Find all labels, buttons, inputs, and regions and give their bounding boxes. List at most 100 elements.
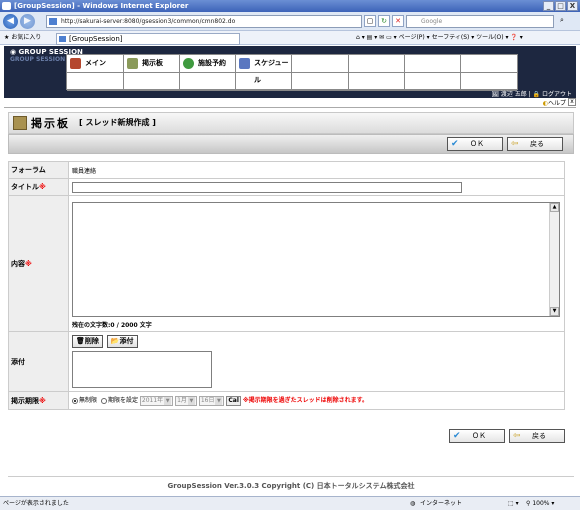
- main-menu: メイン 掲示板 施設予約 スケジュール: [66, 54, 518, 91]
- ok-label: ＯＫ: [472, 432, 486, 440]
- favorites-star-icon[interactable]: ★: [0, 34, 9, 41]
- bulletin-icon: [127, 58, 138, 69]
- protected-mode-icon[interactable]: ⬚ ▾: [508, 497, 519, 510]
- top-button-bar: ✔ ＯＫ ⇦ 戻る: [8, 134, 574, 154]
- menu-bulletin-label: 掲示板: [142, 59, 163, 67]
- attachment-list[interactable]: [72, 351, 212, 388]
- row-title: タイトル※: [8, 178, 565, 196]
- help-close-icon[interactable]: x: [568, 98, 576, 106]
- year-select[interactable]: 2011年 ▼: [139, 395, 174, 406]
- user-logout-links[interactable]: 🖼 渡辺 五郎 | 🔒 ログアウト: [491, 89, 572, 98]
- url-field[interactable]: http://sakurai-server:8080/gsession3/com…: [46, 15, 362, 28]
- row-deadline: 掲示期限※ 無制限 期限を設定 2011年 ▼ 1月 ▼ 16日 ▼ Cal ※掲示期…: [8, 391, 565, 410]
- attach-delete-label: 削除: [84, 337, 99, 345]
- home-icon[interactable]: ⌂ ▾: [356, 34, 367, 41]
- browser-tab[interactable]: [GroupSession]: [56, 33, 240, 45]
- title-cell: [68, 178, 565, 196]
- back-arrow-icon[interactable]: ◀: [3, 14, 18, 29]
- help-link[interactable]: ◐ヘルプ: [543, 98, 566, 107]
- ok-button-top[interactable]: ✔ ＯＫ: [447, 137, 503, 151]
- calendar-button[interactable]: Cal: [226, 395, 241, 406]
- day-select[interactable]: 16日 ▼: [198, 395, 225, 406]
- menu-main-label: メイン: [85, 59, 106, 67]
- menu-main[interactable]: メイン: [67, 55, 124, 73]
- page-subtitle: [ スレッド新規作成 ]: [79, 118, 156, 127]
- opt-set-label[interactable]: 期限を設定: [108, 397, 138, 404]
- char-count: 残在の文字数:0: [72, 321, 115, 329]
- search-icon[interactable]: ⌕: [556, 15, 568, 27]
- row-body: 内容※ ▲ ▼ 残在の文字数:0 / 2000 文字: [8, 195, 565, 332]
- bottom-button-bar: ✔ ＯＫ ⇦ 戻る: [8, 426, 574, 446]
- required-mark: ※: [39, 183, 46, 191]
- page-favicon: [49, 18, 57, 25]
- menu-empty-slot: [405, 73, 461, 91]
- attach-add-button[interactable]: 📂添付: [106, 335, 138, 348]
- radio-unlimited[interactable]: [72, 397, 78, 404]
- back-arrow-icon: ⇦: [513, 431, 521, 441]
- menu-bulletin[interactable]: 掲示板: [124, 55, 180, 73]
- year-value: 2011年: [141, 396, 164, 404]
- minimize-button[interactable]: _: [543, 1, 554, 11]
- maximize-button[interactable]: □: [555, 1, 566, 11]
- ok-button-bottom[interactable]: ✔ ＯＫ: [449, 429, 505, 443]
- zoom-control[interactable]: ⚲ 100% ▾: [526, 497, 554, 510]
- feeds-icon[interactable]: ▤ ▾: [367, 34, 380, 41]
- body-textarea[interactable]: ▲ ▼: [72, 201, 560, 317]
- opt-unlimited-label[interactable]: 無制限: [79, 397, 97, 404]
- menu-facility[interactable]: 施設予約: [180, 55, 236, 73]
- thread-form: フォーラム 職員連絡 タイトル※ 内容※ ▲ ▼ 残在の文字数:0 / 2000…: [8, 161, 565, 410]
- page-footer: GroupSession Ver.3.0.3 Copyright (C) 日本ト…: [8, 476, 574, 494]
- close-button[interactable]: X: [567, 1, 578, 11]
- deadline-warning: ※掲示期限を過ぎたスレッドは削除されます。: [242, 397, 369, 405]
- body-scrollbar[interactable]: ▲ ▼: [549, 202, 559, 316]
- url-text: http://sakurai-server:8080/gsession3/com…: [61, 18, 236, 25]
- address-bar: ◀ ▶ http://sakurai-server:8080/gsession3…: [0, 12, 580, 31]
- app-header: ◉ GROUP SESSION GROUP SESSION メイン 掲示板 施設…: [4, 46, 576, 98]
- search-input[interactable]: Google: [406, 15, 554, 28]
- stop-icon[interactable]: ✕: [392, 15, 404, 27]
- menu-schedule[interactable]: スケジュール: [236, 55, 292, 84]
- menu-empty-slot: [236, 73, 292, 91]
- body-label-cell: 内容※: [8, 195, 69, 332]
- help-bar: [4, 98, 576, 108]
- scroll-down-icon[interactable]: ▼: [550, 306, 559, 316]
- menu-empty-slot: [292, 55, 349, 73]
- refresh-icon[interactable]: ↻: [378, 15, 390, 27]
- check-icon: ✔: [451, 139, 459, 149]
- attach-cell: 🗑削除 📂添付: [68, 331, 565, 392]
- month-select[interactable]: 1月 ▼: [175, 395, 197, 406]
- page-title-bar: 掲示板 [ スレッド新規作成 ]: [8, 112, 574, 134]
- radio-set-deadline[interactable]: [100, 397, 107, 404]
- ie-command-bar[interactable]: ⌂ ▾ ▤ ▾ ✉ ▭ ▾ ページ(P) ▾ セーフティ(S) ▾ ツール(O)…: [356, 31, 523, 45]
- deadline-label: 掲示期限: [11, 396, 39, 405]
- attach-delete-button[interactable]: 🗑削除: [72, 335, 103, 348]
- back-button-bottom[interactable]: ⇦ 戻る: [509, 429, 565, 443]
- deadline-cell: 無制限 期限を設定 2011年 ▼ 1月 ▼ 16日 ▼ Cal ※掲示期限を過ぎたス…: [68, 391, 565, 410]
- back-label: 戻る: [530, 140, 544, 148]
- facility-icon: [183, 58, 194, 69]
- print-icon[interactable]: ▭ ▾: [386, 34, 399, 41]
- deadline-label-cell: 掲示期限※: [8, 391, 69, 410]
- title-input[interactable]: [72, 181, 462, 193]
- globe-icon: ◍: [410, 500, 416, 507]
- menu-empty-slot: [124, 73, 180, 91]
- window-title: [GroupSession] - Windows Internet Explor…: [14, 2, 189, 10]
- ok-label: ＯＫ: [470, 140, 484, 148]
- back-button-top[interactable]: ⇦ 戻る: [507, 137, 563, 151]
- folder-icon: 📂: [110, 337, 120, 345]
- home-icon: [70, 58, 81, 69]
- compat-view-icon[interactable]: ▢: [364, 15, 376, 27]
- tab-title: [GroupSession]: [69, 35, 123, 43]
- favorites-button[interactable]: お気に入り: [11, 34, 41, 41]
- back-arrow-icon: ⇦: [511, 139, 519, 149]
- required-mark: ※: [25, 259, 32, 268]
- char-max: / 2000 文字: [116, 321, 152, 329]
- scroll-up-icon[interactable]: ▲: [550, 202, 559, 212]
- schedule-icon: [239, 58, 250, 69]
- menu-empty-slot: [349, 73, 405, 91]
- row-forum: フォーラム 職員連絡: [8, 161, 565, 179]
- forward-arrow-icon[interactable]: ▶: [20, 14, 35, 29]
- bulletin-board-icon: [13, 116, 27, 130]
- ie-tools-menu[interactable]: ページ(P) ▾ セーフティ(S) ▾ ツール(O) ▾ ❓ ▾: [399, 34, 523, 41]
- menu-empty-slot: [67, 73, 124, 91]
